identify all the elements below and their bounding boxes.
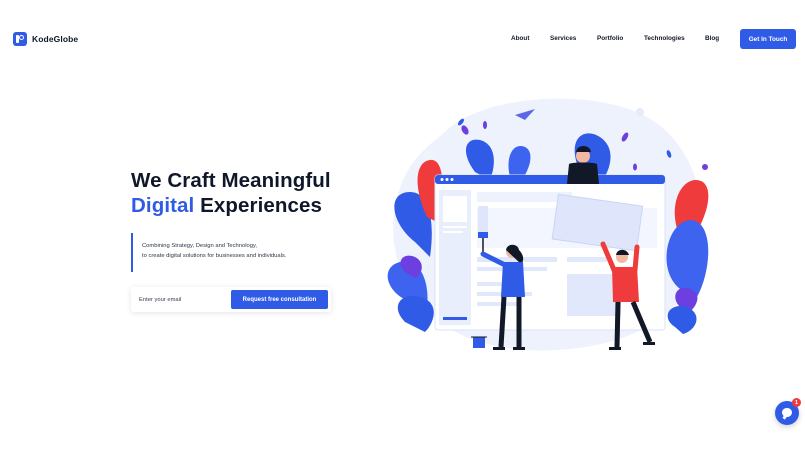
hero-illustration bbox=[387, 98, 709, 351]
headline-line-1: We Craft Meaningful bbox=[131, 169, 331, 192]
get-in-touch-button[interactable]: Get In Touch bbox=[740, 29, 796, 49]
chat-launcher-button[interactable]: 1 bbox=[775, 398, 801, 425]
email-input[interactable] bbox=[139, 293, 229, 306]
browser-window bbox=[434, 174, 666, 331]
nav-link-technologies[interactable]: Technologies bbox=[644, 35, 685, 42]
nav-link-portfolio[interactable]: Portfolio bbox=[597, 35, 623, 42]
site-header: KodeGlobe About Services Portfolio Techn… bbox=[0, 0, 805, 80]
plant-blue-left-bottom bbox=[397, 296, 434, 332]
brand-name: KodeGlobe bbox=[32, 34, 79, 44]
decor-dot bbox=[702, 164, 708, 170]
headline-rest: Experiences bbox=[194, 194, 323, 217]
nav-link-blog[interactable]: Blog bbox=[705, 35, 719, 42]
tagline-line-1: Combining Strategy, Design and Technolog… bbox=[142, 243, 258, 249]
nav-link-about[interactable]: About bbox=[511, 35, 529, 42]
plant-blue-right-bottom bbox=[667, 306, 697, 334]
decor-leaf bbox=[633, 163, 637, 171]
kodeglobe-logo-icon bbox=[13, 32, 27, 46]
chat-unread-badge: 1 bbox=[792, 398, 801, 407]
nav-link-services[interactable]: Services bbox=[550, 35, 576, 42]
decor-dot bbox=[636, 108, 644, 116]
request-consultation-button[interactable]: Request free consultation bbox=[231, 290, 328, 309]
tagline-line-2: to create digital solutions for business… bbox=[142, 252, 287, 259]
decor-leaf bbox=[483, 121, 487, 129]
consultation-form: Request free consultation bbox=[131, 287, 331, 312]
logo[interactable]: KodeGlobe bbox=[13, 32, 78, 46]
headline-accent: Digital bbox=[131, 194, 195, 217]
paint-bucket-icon bbox=[471, 336, 487, 348]
hero-tagline: Combining Strategy, Design and Technolog… bbox=[131, 233, 286, 272]
chat-bubble-icon bbox=[782, 408, 792, 417]
hero-headline: We Craft Meaningful Digital Experiences bbox=[131, 168, 331, 218]
decor-dot bbox=[550, 102, 560, 112]
